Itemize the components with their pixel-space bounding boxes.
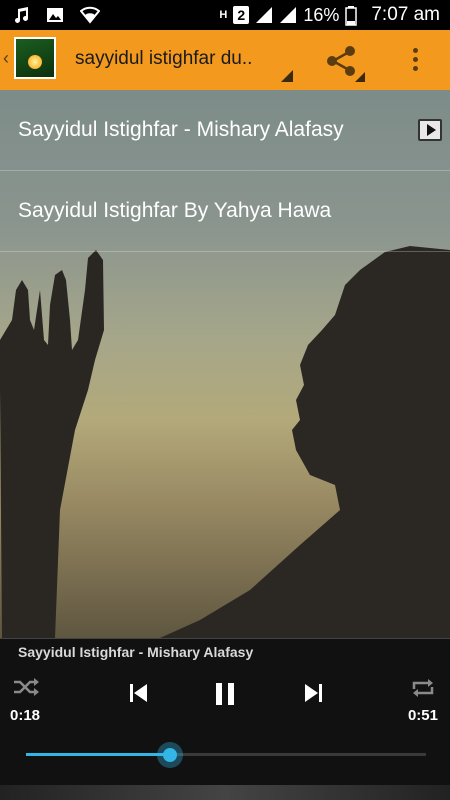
network-type-label: H — [219, 9, 228, 21]
more-vert-icon[interactable] — [400, 44, 430, 78]
battery-icon — [345, 6, 358, 26]
bottom-bar — [0, 785, 450, 800]
title-dropdown-indicator — [281, 70, 293, 82]
playlist: Sayyidul Istighfar - Mishary Alafasy Say… — [0, 90, 450, 252]
shuffle-button[interactable] — [12, 677, 40, 697]
music-note-icon — [12, 6, 30, 24]
image-icon — [46, 6, 64, 24]
shuffle-icon — [14, 678, 39, 696]
wifi-icon — [79, 6, 101, 24]
seek-progress — [26, 753, 170, 756]
previous-button[interactable] — [128, 682, 150, 704]
duration: 0:51 — [407, 707, 438, 724]
clock: 7:07 am — [371, 4, 440, 25]
previous-icon — [130, 684, 147, 702]
app-logo-icon[interactable] — [14, 37, 56, 79]
app-bar: ‹ sayyidul istighfar du.. — [0, 30, 450, 90]
seek-bar[interactable] — [26, 742, 426, 768]
seek-thumb[interactable] — [157, 742, 183, 768]
status-bar: H 2 16% 7:07 am — [0, 0, 450, 30]
signal-icon — [255, 6, 273, 24]
list-item-label: Sayyidul Istighfar By Yahya Hawa — [18, 199, 332, 222]
sim-2-icon: 2 — [233, 6, 250, 24]
back-chevron-icon[interactable]: ‹ — [3, 48, 9, 69]
signal-2-icon — [279, 6, 297, 24]
share-dropdown-indicator — [355, 72, 365, 82]
app-title[interactable]: sayyidul istighfar du.. — [75, 48, 275, 70]
list-item[interactable]: Sayyidul Istighfar By Yahya Hawa — [0, 171, 450, 252]
pause-icon — [216, 683, 234, 705]
next-button[interactable] — [302, 682, 324, 704]
music-player: Sayyidul Istighfar - Mishary Alafasy 0:1… — [0, 638, 450, 800]
repeat-icon — [412, 679, 434, 697]
now-playing-title: Sayyidul Istighfar - Mishary Alafasy — [18, 644, 254, 660]
current-time: 0:18 — [10, 707, 41, 724]
now-playing-icon — [418, 119, 442, 141]
battery-text: 16% — [303, 4, 340, 25]
next-icon — [305, 684, 322, 702]
repeat-button[interactable] — [410, 677, 436, 699]
pause-button[interactable] — [213, 682, 237, 706]
list-item-label: Sayyidul Istighfar - Mishary Alafasy — [18, 118, 344, 141]
list-item[interactable]: Sayyidul Istighfar - Mishary Alafasy — [0, 90, 450, 171]
